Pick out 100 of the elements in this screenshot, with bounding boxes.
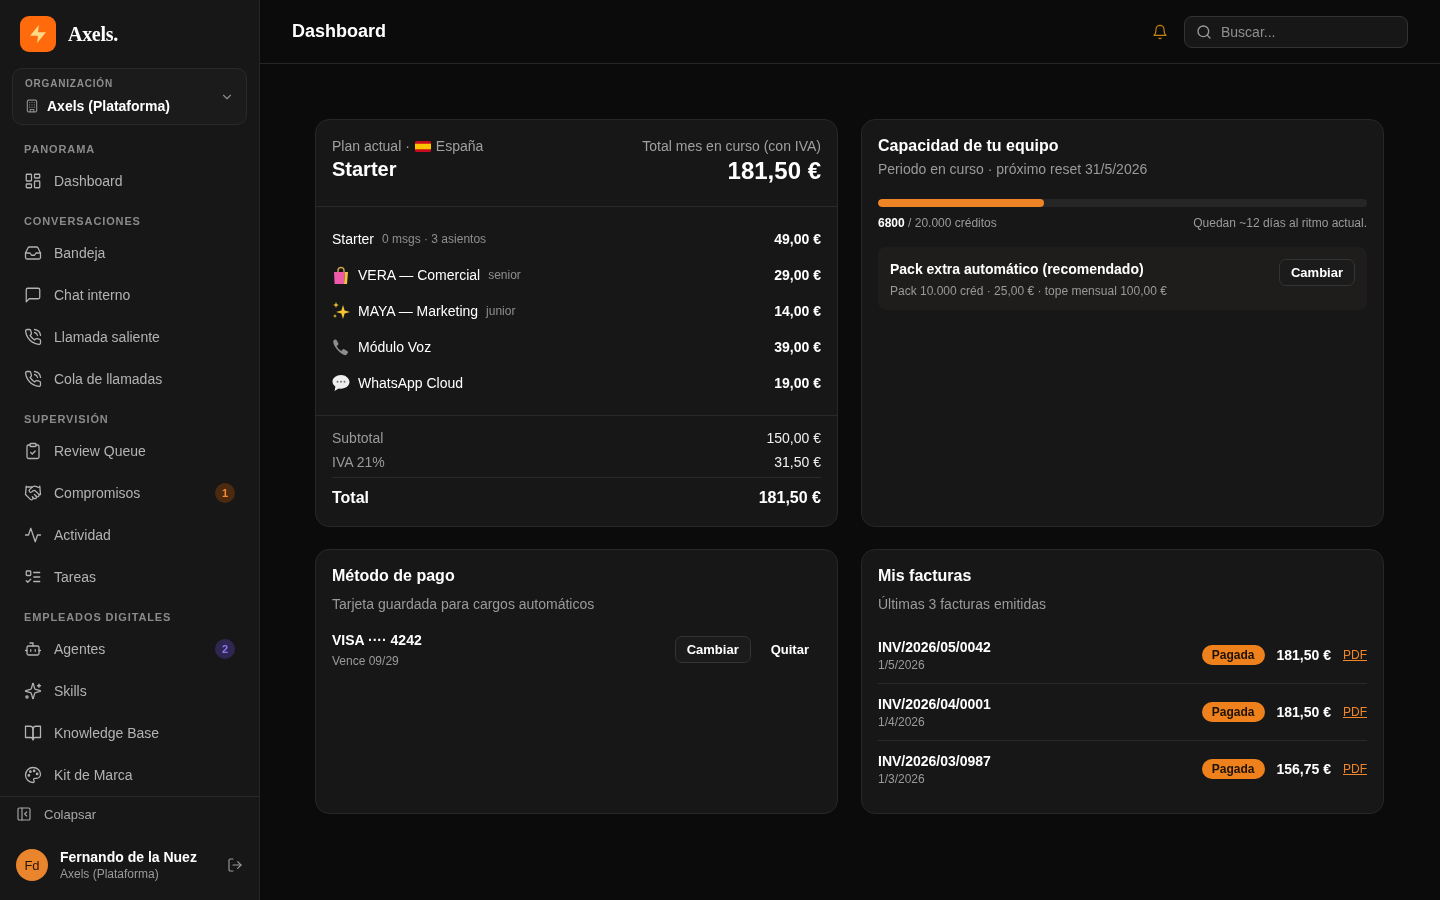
card-subtitle: Tarjeta guardada para cargos automáticos — [332, 595, 596, 614]
nav-item[interactable]: Dashboard — [12, 160, 247, 202]
status-badge: Pagada — [1201, 645, 1265, 665]
total-amount: 181,50 € — [726, 156, 821, 186]
page-title: Dashboard — [292, 21, 388, 42]
shopping-bag-icon — [332, 266, 350, 284]
brand-name: Axels. — [68, 22, 118, 46]
plan-label: Plan actual · — [332, 137, 410, 156]
phone-icon — [332, 338, 350, 356]
pulse-icon — [24, 526, 42, 544]
handshake-icon — [24, 484, 42, 502]
robot-icon — [24, 640, 42, 658]
total-value: 181,50 € — [758, 488, 821, 508]
nav-item[interactable]: Review Queue — [12, 430, 247, 472]
invoice-number: INV/2026/05/0042 — [878, 638, 992, 657]
bell-icon[interactable] — [1152, 23, 1168, 40]
logout-icon[interactable] — [227, 857, 243, 873]
inbox-icon — [24, 244, 42, 262]
card-title: Mis facturas — [878, 566, 973, 586]
search-field[interactable]: Buscar... — [1184, 15, 1408, 48]
nav-item[interactable]: Kit de Marca — [12, 754, 247, 796]
line-item-amount: 14,00 € — [774, 303, 821, 319]
section-label: EMPLEADOS DIGITALES — [23, 610, 173, 625]
organization-selector[interactable]: ORGANIZACIÓN Axels (Plataforma) — [12, 68, 247, 125]
invoice-amount: 156,75 € — [1276, 761, 1331, 777]
line-item-amount: 19,00 € — [774, 375, 821, 391]
line-item-detail: junior — [486, 304, 516, 318]
book-icon — [24, 724, 42, 742]
total-label: Total mes en curso (con IVA) — [642, 138, 821, 154]
grid-icon — [24, 172, 42, 190]
speech-bubble-icon — [332, 374, 350, 392]
nav-item[interactable]: Agentes 2 — [12, 628, 247, 670]
phone-icon — [24, 370, 42, 388]
forecast-text: Quedan ~12 días al ritmo actual. — [1193, 215, 1367, 231]
nav-item[interactable]: Bandeja — [12, 232, 247, 274]
invoice-date: 1/3/2026 — [878, 771, 926, 787]
invoice-amount: 181,50 € — [1276, 704, 1331, 720]
user-name: Fernando de la Nuez — [60, 848, 198, 866]
card-subtitle: Últimas 3 facturas emitidas — [878, 595, 1048, 614]
line-item-detail: senior — [488, 268, 521, 282]
flag-icon — [414, 140, 431, 152]
clipboard-check-icon — [24, 442, 42, 460]
pack-title: Pack extra automático (recomendado) — [890, 260, 1145, 279]
invoice-amount: 181,50 € — [1276, 647, 1331, 663]
nav-item[interactable]: Skills — [12, 670, 247, 712]
change-button[interactable]: Cambiar — [674, 636, 751, 663]
tax-label: IVA 21% — [332, 453, 385, 472]
pdf-link[interactable]: PDF — [1343, 762, 1367, 776]
nav-item[interactable]: Actividad — [12, 514, 247, 556]
line-item-amount: 29,00 € — [774, 267, 821, 283]
line-item-name: Módulo Voz — [358, 339, 432, 355]
line-item-amount: 39,00 € — [774, 339, 821, 355]
palette-icon — [24, 766, 42, 784]
pdf-link[interactable]: PDF — [1343, 705, 1367, 719]
section-label: SUPERVISIÓN — [23, 412, 110, 427]
card-number: VISA ···· 4242 — [332, 631, 423, 650]
country-name: España — [435, 137, 484, 156]
card-subtitle: Periodo en curso · próximo reset 31/5/2026 — [878, 160, 1149, 179]
count-badge: 2 — [215, 639, 235, 659]
logo-icon — [20, 16, 56, 52]
invoice-date: 1/5/2026 — [878, 657, 926, 673]
chat-bubble-icon — [24, 286, 42, 304]
credits-usage: 6800 / 20.000 créditos — [878, 215, 997, 231]
nav-item[interactable]: Chat interno — [12, 274, 247, 316]
checklist-icon — [24, 568, 42, 586]
subtotal-value: 150,00 € — [766, 429, 821, 448]
section-label: PANORAMA — [23, 142, 96, 157]
status-badge: Pagada — [1201, 702, 1265, 722]
pdf-link[interactable]: PDF — [1343, 648, 1367, 662]
card-expiry: Vence 09/29 — [332, 653, 400, 669]
nav-item[interactable]: Tareas — [12, 556, 247, 598]
pack-detail: Pack 10.000 créd · 25,00 € · tope mensual 100,00 € — [890, 283, 1167, 299]
user-avatar: Fd — [16, 849, 48, 881]
building-icon — [25, 99, 39, 113]
search-icon — [1196, 23, 1212, 40]
remove-button[interactable]: Quitar — [758, 636, 821, 663]
line-item-amount: 49,00 € — [774, 231, 821, 247]
section-label: CONVERSACIONES — [23, 214, 142, 229]
nav-item[interactable]: Llamada saliente — [12, 316, 247, 358]
phone-icon — [24, 328, 42, 346]
tax-value: 31,50 € — [774, 453, 821, 472]
invoice-date: 1/4/2026 — [878, 714, 926, 730]
count-badge: 1 — [215, 483, 235, 503]
line-item-name: Starter — [332, 231, 374, 247]
nav-item[interactable]: Compromisos 1 — [12, 472, 247, 514]
invoice-number: INV/2026/04/0001 — [878, 695, 992, 714]
sparkles-icon — [24, 682, 42, 700]
nav-item[interactable]: Knowledge Base — [12, 712, 247, 754]
card-title: Método de pago — [332, 566, 456, 586]
line-item-name: WhatsApp Cloud — [358, 375, 464, 391]
change-button[interactable]: Cambiar — [1278, 259, 1355, 286]
status-badge: Pagada — [1201, 759, 1265, 779]
collapse-button[interactable]: Colapsar — [0, 801, 113, 827]
nav-item[interactable]: Cola de llamadas — [12, 358, 247, 400]
sidebar-panel-icon — [16, 806, 32, 822]
total-label: Total — [332, 488, 370, 508]
line-item-name: MAYA — Marketing — [358, 303, 479, 319]
plan-name: Starter — [332, 157, 398, 182]
subtotal-label: Subtotal — [332, 429, 384, 448]
sparkles-icon — [332, 302, 350, 320]
